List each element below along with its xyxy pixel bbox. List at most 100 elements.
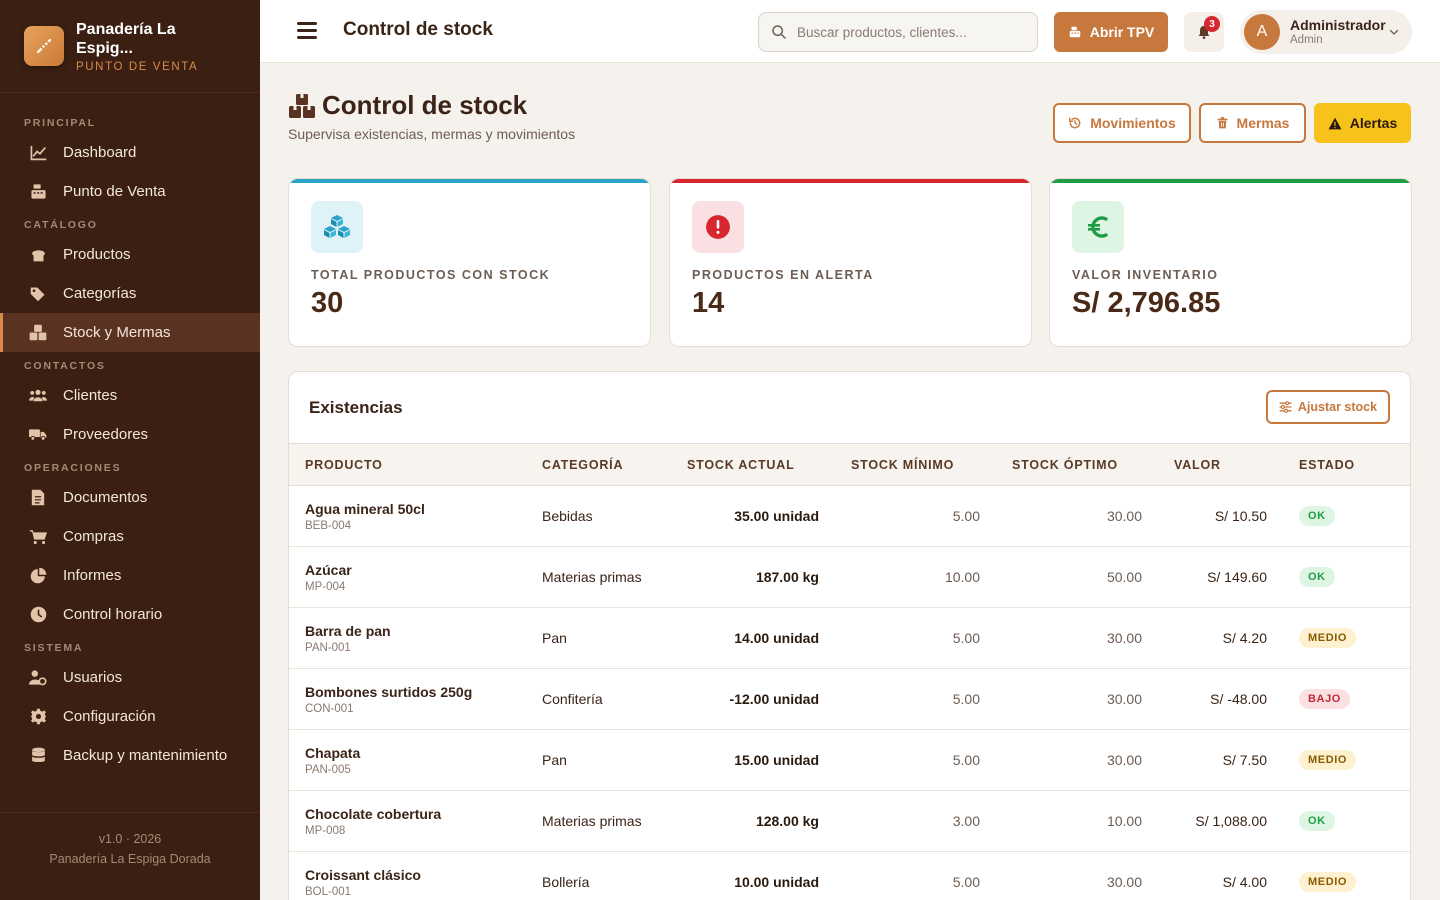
chart-line-icon bbox=[29, 144, 47, 162]
status-cell: MEDIO bbox=[1283, 730, 1410, 791]
nav-section-label: OPERACIONES bbox=[24, 462, 122, 474]
database-icon bbox=[29, 747, 47, 765]
sidebar-item-dashboard[interactable]: Dashboard bbox=[0, 133, 260, 172]
product-cell: Agua mineral 50cl BEB-004 bbox=[289, 486, 526, 547]
stat-card-total: TOTAL PRODUCTOS CON STOCK 30 bbox=[288, 178, 651, 347]
boxes-icon bbox=[29, 324, 47, 342]
sidebar-item-categorías[interactable]: Categorías bbox=[0, 274, 260, 313]
col-header[interactable]: PRODUCTO bbox=[289, 444, 526, 486]
product-sku: PAN-005 bbox=[305, 763, 351, 776]
cash-register-icon bbox=[1069, 26, 1080, 38]
status-badge: OK bbox=[1299, 811, 1335, 831]
sidebar-item-label: Usuarios bbox=[63, 669, 123, 686]
status-badge: BAJO bbox=[1299, 689, 1350, 709]
users-icon bbox=[29, 387, 47, 405]
table-row[interactable]: Agua mineral 50cl BEB-004 Bebidas 35.00 … bbox=[289, 486, 1410, 547]
search-icon bbox=[772, 25, 786, 39]
stat-value: 14 bbox=[692, 287, 725, 319]
status-cell: OK bbox=[1283, 791, 1410, 852]
product-cell: Azúcar MP-004 bbox=[289, 547, 526, 608]
status-cell: OK bbox=[1283, 547, 1410, 608]
status-badge: OK bbox=[1299, 567, 1335, 587]
sidebar-item-label: Backup y mantenimiento bbox=[63, 747, 228, 764]
col-header[interactable]: STOCK ÓPTIMO bbox=[996, 444, 1158, 486]
page-title: Control de stock bbox=[288, 90, 527, 121]
product-sku: BEB-004 bbox=[305, 519, 352, 532]
search-box[interactable] bbox=[758, 12, 1038, 52]
stock-actual-cell: 128.00 kg bbox=[755, 813, 819, 829]
value-cell: S/ 149.60 bbox=[1207, 569, 1267, 585]
euro-icon bbox=[1072, 201, 1124, 253]
sidebar-item-informes[interactable]: Informes bbox=[0, 556, 260, 595]
open-tpv-button[interactable]: Abrir TPV bbox=[1054, 12, 1168, 52]
col-header[interactable]: STOCK MÍNIMO bbox=[835, 444, 996, 486]
product-sku: CON-001 bbox=[305, 702, 354, 715]
sidebar-item-label: Clientes bbox=[63, 387, 118, 404]
sidebar-item-compras[interactable]: Compras bbox=[0, 517, 260, 556]
user-role: Admin bbox=[1290, 34, 1323, 46]
value-cell: S/ 1,088.00 bbox=[1195, 813, 1267, 829]
topbar: Control de stock Abrir TPV 3 A Administr… bbox=[260, 0, 1440, 63]
alertas-button[interactable]: Alertas bbox=[1314, 103, 1411, 143]
col-header[interactable]: VALOR bbox=[1158, 444, 1283, 486]
menu-toggle-icon[interactable] bbox=[297, 22, 317, 40]
product-name: Agua mineral 50cl bbox=[305, 500, 425, 517]
cubes-icon bbox=[311, 201, 363, 253]
sidebar-item-label: Control horario bbox=[63, 606, 163, 623]
sidebar-item-label: Configuración bbox=[63, 708, 156, 725]
col-header[interactable]: STOCK ACTUAL bbox=[671, 444, 835, 486]
search-input[interactable] bbox=[797, 24, 1027, 40]
tags-icon bbox=[29, 285, 47, 303]
category-cell: Materias primas bbox=[542, 569, 642, 585]
sidebar-item-label: Punto de Venta bbox=[63, 183, 166, 200]
sidebar-item-usuarios[interactable]: Usuarios bbox=[0, 658, 260, 697]
col-header[interactable]: ESTADO bbox=[1283, 444, 1410, 486]
stock-opt-cell: 30.00 bbox=[1106, 508, 1142, 524]
user-menu[interactable]: A Administrador Admin bbox=[1240, 10, 1412, 54]
stock-opt-cell: 30.00 bbox=[1106, 874, 1142, 890]
table-row[interactable]: Croissant clásico BOL-001 Bollería 10.00… bbox=[289, 852, 1410, 900]
product-sku: PAN-001 bbox=[305, 641, 351, 654]
stat-value: S/ 2,796.85 bbox=[1072, 287, 1221, 319]
sidebar-footer: v1.0 · 2026 Panadería La Espiga Dorada bbox=[0, 812, 260, 900]
sidebar-nav: PRINCIPAL Dashboard Punto de Venta CATÁLOGO… bbox=[0, 93, 260, 775]
adjust-stock-button[interactable]: Ajustar stock bbox=[1266, 390, 1390, 424]
sidebar-item-clientes[interactable]: Clientes bbox=[0, 376, 260, 415]
product-sku: MP-008 bbox=[305, 824, 346, 837]
stat-value: 30 bbox=[311, 287, 344, 319]
stock-min-cell: 5.00 bbox=[952, 691, 980, 707]
value-cell: S/ -48.00 bbox=[1210, 691, 1267, 707]
sidebar-item-documentos[interactable]: Documentos bbox=[0, 478, 260, 517]
col-header[interactable]: CATEGORÍA bbox=[526, 444, 671, 486]
table-row[interactable]: Bombones surtidos 250g CON-001 Confiterí… bbox=[289, 669, 1410, 730]
sidebar-item-configuración[interactable]: Configuración bbox=[0, 697, 260, 736]
category-cell: Bebidas bbox=[542, 508, 593, 524]
table-row[interactable]: Chapata PAN-005 Pan 15.00 unidad 5.00 30… bbox=[289, 730, 1410, 791]
table-row[interactable]: Barra de pan PAN-001 Pan 14.00 unidad 5.… bbox=[289, 608, 1410, 669]
stock-actual-cell: 35.00 unidad bbox=[734, 508, 819, 524]
table-row[interactable]: Chocolate cobertura MP-008 Materias prim… bbox=[289, 791, 1410, 852]
notifications-button[interactable]: 3 bbox=[1184, 12, 1224, 52]
warning-icon bbox=[1328, 117, 1342, 129]
sidebar-item-backup-y-mantenimiento[interactable]: Backup y mantenimiento bbox=[0, 736, 260, 775]
stock-actual-cell: 187.00 kg bbox=[755, 569, 819, 585]
category-cell: Confitería bbox=[542, 691, 603, 707]
sidebar-item-proveedores[interactable]: Proveedores bbox=[0, 415, 260, 454]
product-cell: Barra de pan PAN-001 bbox=[289, 608, 526, 669]
user-name: Administrador bbox=[1290, 17, 1386, 33]
sidebar-item-stock-y-mermas[interactable]: Stock y Mermas bbox=[0, 313, 260, 352]
mermas-button[interactable]: Mermas bbox=[1199, 103, 1306, 143]
sidebar-item-productos[interactable]: Productos bbox=[0, 235, 260, 274]
value-cell: S/ 10.50 bbox=[1214, 508, 1267, 524]
sidebar-item-punto-de-venta[interactable]: Punto de Venta bbox=[0, 172, 260, 211]
table-row[interactable]: Azúcar MP-004 Materias primas 187.00 kg … bbox=[289, 547, 1410, 608]
clock-icon bbox=[29, 606, 47, 624]
cart-icon bbox=[29, 528, 47, 546]
sidebar-item-control-horario[interactable]: Control horario bbox=[0, 595, 260, 634]
bread-logo-icon bbox=[24, 26, 64, 66]
version-label: v1.0 · 2026 bbox=[98, 832, 162, 846]
stock-opt-cell: 10.00 bbox=[1106, 813, 1142, 829]
sidebar-item-label: Stock y Mermas bbox=[63, 324, 171, 341]
movimientos-button[interactable]: Movimientos bbox=[1053, 103, 1191, 143]
value-cell: S/ 4.00 bbox=[1222, 874, 1267, 890]
